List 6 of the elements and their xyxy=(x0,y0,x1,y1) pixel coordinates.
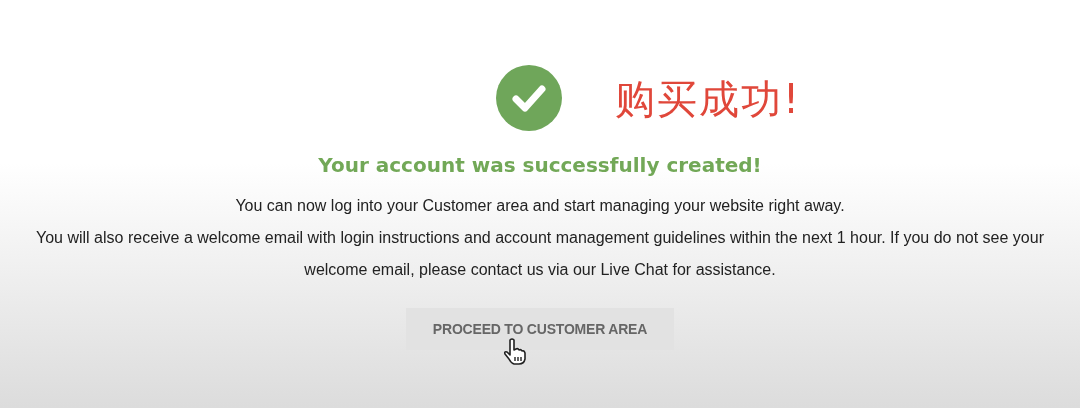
message-paragraph: You will also receive a welcome email with login instructions and account management guidelines within the next 1 hour. If you do not see your welcome email, please contact us via our Live Chat for assistance. xyxy=(35,228,1045,280)
annotation-text: 购买成功! xyxy=(615,75,802,123)
success-heading: Your account was successfully created! xyxy=(318,152,762,178)
message-paragraph: You can now log into your Customer area and start managing your website right away. xyxy=(234,196,846,216)
hand-cursor-icon xyxy=(503,338,527,366)
check-circle-icon xyxy=(496,65,562,131)
